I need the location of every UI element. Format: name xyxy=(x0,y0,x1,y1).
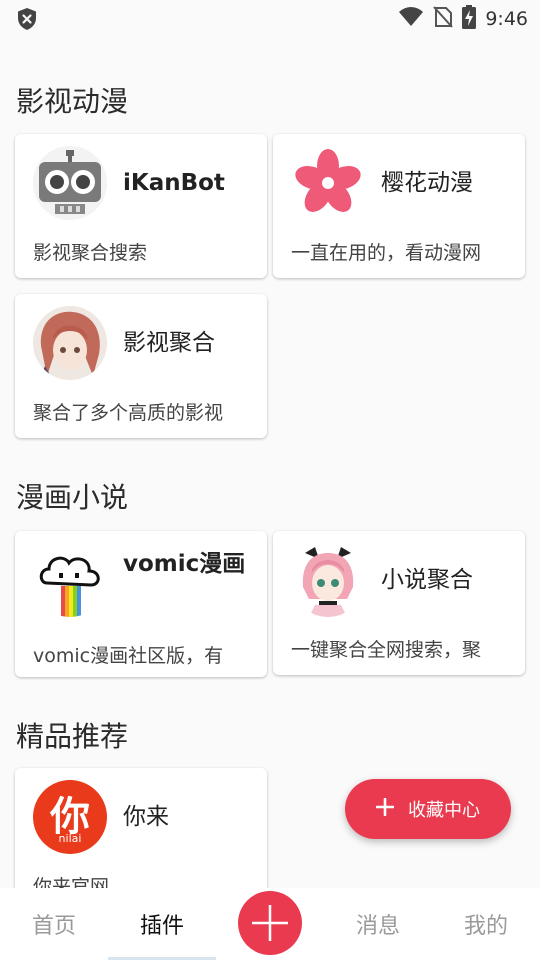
ikanbot-logo xyxy=(33,146,107,220)
favorites-center-button[interactable]: 收藏中心 xyxy=(345,779,511,839)
plugin-name: 小说聚合 xyxy=(381,567,473,593)
plugin-desc: 你来官网 xyxy=(33,876,110,888)
section-title-comics-novels: 漫画小说 xyxy=(16,481,129,514)
plugin-card-nilai[interactable]: 你 nilai 你来 你来官网 xyxy=(15,768,267,888)
plugin-card-video-aggregate[interactable]: 影视聚合 聚合了多个高质的影视 xyxy=(15,294,267,438)
plugin-card-vomic[interactable]: vomic漫画 vomic漫画社区版，有 xyxy=(15,531,267,677)
pink-hair-girl-avatar xyxy=(291,543,365,617)
center-add-button[interactable] xyxy=(238,891,302,955)
plugin-name: 影视聚合 xyxy=(123,330,215,356)
nav-home[interactable]: 首页 xyxy=(14,908,94,940)
status-bar: 9:46 xyxy=(0,0,540,36)
plugin-list[interactable]: 影视动漫 iKanBot 影视聚合搜索 樱花动漫 一直在用的，看动漫网 影视聚合… xyxy=(0,36,540,888)
nav-mine[interactable]: 我的 xyxy=(446,908,526,940)
anime-girl-avatar xyxy=(33,306,107,380)
battery-charging-icon xyxy=(462,5,477,33)
shield-icon xyxy=(16,7,38,35)
sakura-flower-logo xyxy=(291,146,365,220)
plugin-name: 你来 xyxy=(123,804,169,830)
plus-icon xyxy=(238,905,302,959)
plus-icon xyxy=(375,797,395,820)
plugin-name: iKanBot xyxy=(123,170,225,196)
favorites-center-label: 收藏中心 xyxy=(408,800,480,821)
wifi-icon xyxy=(398,7,424,31)
plugin-name: vomic漫画 xyxy=(123,551,246,577)
status-time: 9:46 xyxy=(485,8,528,30)
section-title-video: 影视动漫 xyxy=(16,85,129,118)
nilai-logo-sub: nilai xyxy=(58,832,82,845)
nilai-logo: 你 nilai xyxy=(33,780,107,854)
plugin-card-sakura[interactable]: 樱花动漫 一直在用的，看动漫网 xyxy=(273,134,525,278)
plugin-name: 樱花动漫 xyxy=(381,170,473,196)
section-title-featured: 精品推荐 xyxy=(16,720,129,753)
vomic-cloud-logo xyxy=(33,543,107,617)
plugin-card-ikanbot[interactable]: iKanBot 影视聚合搜索 xyxy=(15,134,267,278)
plugin-desc: vomic漫画社区版，有 xyxy=(33,645,224,667)
no-sim-icon xyxy=(433,6,454,32)
plugin-card-novel-aggregate[interactable]: 小说聚合 一键聚合全网搜索，聚 xyxy=(273,531,525,675)
nav-plugins[interactable]: 插件 xyxy=(122,908,202,940)
plugin-desc: 影视聚合搜索 xyxy=(33,242,148,264)
plugin-desc: 一键聚合全网搜索，聚 xyxy=(291,639,482,661)
nav-messages[interactable]: 消息 xyxy=(338,908,418,940)
plugin-desc: 聚合了多个高质的影视 xyxy=(33,402,224,424)
plugin-desc: 一直在用的，看动漫网 xyxy=(291,242,482,264)
